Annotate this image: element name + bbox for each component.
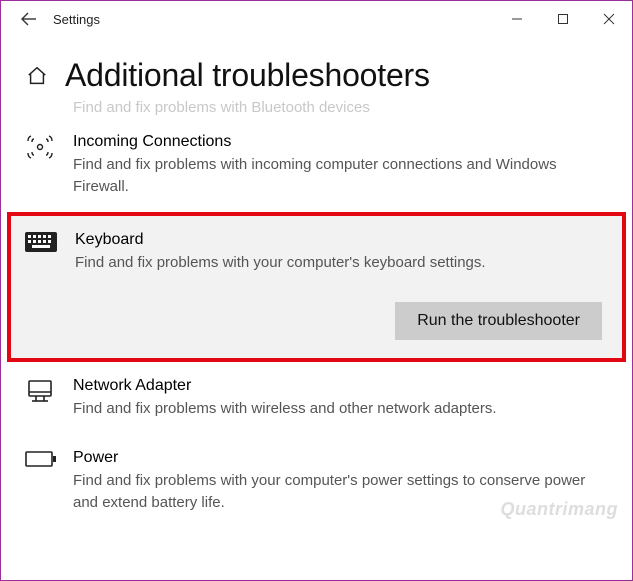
item-desc: Find and fix problems with your computer…	[73, 470, 610, 514]
settings-window: Settings	[0, 0, 633, 581]
item-title: Keyboard	[75, 230, 608, 250]
arrow-left-icon	[20, 10, 38, 28]
close-icon	[603, 13, 615, 25]
keyboard-icon	[25, 232, 57, 252]
item-title: Power	[73, 448, 610, 468]
item-desc: Find and fix problems with your computer…	[75, 252, 608, 274]
page-header: Additional troubleshooters	[1, 37, 632, 98]
maximize-icon	[557, 13, 569, 25]
item-title: Network Adapter	[73, 376, 610, 396]
window-caption-buttons	[494, 1, 632, 37]
item-desc: Find and fix problems with wireless and …	[73, 398, 610, 420]
keyboard-item-highlight: Keyboard Find and fix problems with your…	[7, 212, 626, 362]
minimize-icon	[511, 13, 523, 25]
page-title: Additional troubleshooters	[65, 57, 430, 94]
item-desc: Find and fix problems with Bluetooth dev…	[73, 99, 370, 116]
bluetooth-item-partial[interactable]: Find and fix problems with Bluetooth dev…	[1, 98, 632, 118]
item-desc: Find and fix problems with incoming comp…	[73, 154, 610, 198]
item-title: Incoming Connections	[73, 132, 610, 152]
network-adapter-item[interactable]: Network Adapter Find and fix problems wi…	[1, 362, 632, 434]
home-button[interactable]	[23, 65, 51, 87]
maximize-button[interactable]	[540, 1, 586, 37]
titlebar: Settings	[1, 1, 632, 37]
home-icon	[26, 65, 48, 87]
keyboard-item[interactable]: Keyboard Find and fix problems with your…	[11, 216, 622, 358]
troubleshooter-list: Incoming Connections Find and fix proble…	[1, 118, 632, 528]
incoming-connections-item[interactable]: Incoming Connections Find and fix proble…	[1, 118, 632, 212]
close-button[interactable]	[586, 1, 632, 37]
network-adapter-icon	[25, 378, 55, 404]
incoming-connections-icon	[25, 134, 55, 160]
back-button[interactable]	[7, 10, 51, 28]
power-item[interactable]: Power Find and fix problems with your co…	[1, 434, 632, 528]
battery-icon	[25, 450, 57, 468]
run-troubleshooter-button[interactable]: Run the troubleshooter	[395, 302, 602, 340]
minimize-button[interactable]	[494, 1, 540, 37]
titlebar-title: Settings	[51, 12, 100, 27]
